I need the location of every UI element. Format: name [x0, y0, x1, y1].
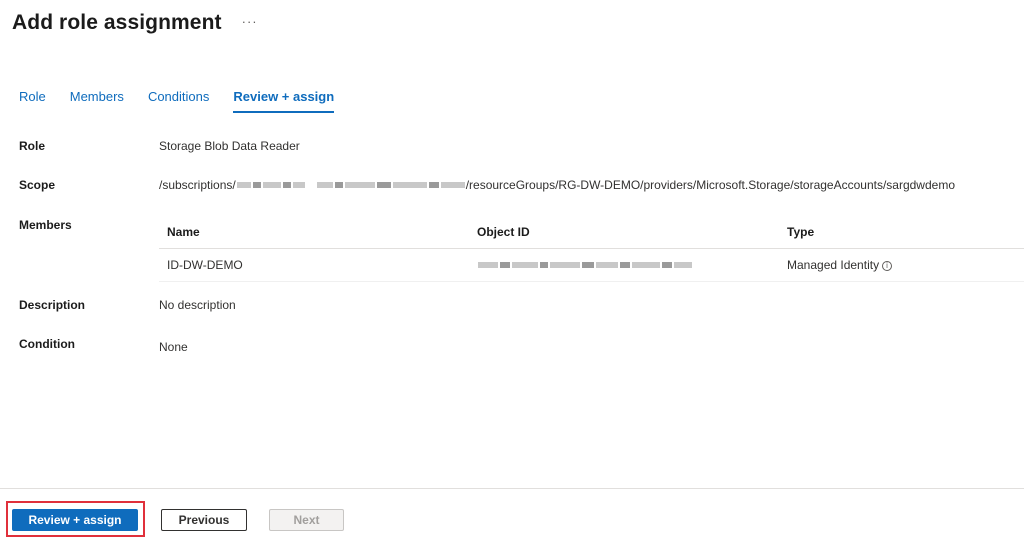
column-header-object-id: Object ID: [477, 224, 530, 239]
page-title: Add role assignment: [12, 11, 222, 34]
review-assign-button[interactable]: Review + assign: [12, 509, 138, 531]
condition-value: None: [159, 340, 188, 354]
next-button: Next: [269, 509, 344, 531]
members-label: Members: [19, 218, 72, 232]
ellipsis-icon[interactable]: ···: [242, 14, 258, 29]
scope-prefix: /subscriptions/: [159, 178, 236, 192]
table-header-row: Name Object ID Type: [159, 215, 1024, 249]
column-header-name: Name: [167, 224, 200, 239]
previous-button[interactable]: Previous: [161, 509, 247, 531]
wizard-tabs: Role Members Conditions Review + assign: [19, 86, 358, 113]
table-row: ID-DW-DEMO Managed Identity i: [159, 249, 1024, 282]
description-label: Description: [19, 298, 86, 312]
info-circle-icon[interactable]: i: [882, 261, 893, 271]
role-label: Role: [19, 139, 46, 153]
condition-label: Condition: [19, 337, 75, 351]
description-value: No description: [159, 298, 236, 312]
tab-role[interactable]: Role: [19, 86, 46, 112]
member-type-label: Managed Identity: [787, 258, 880, 272]
header: Add role assignment ···: [12, 6, 258, 40]
role-value: Storage Blob Data Reader: [159, 139, 300, 153]
scope-label: Scope: [19, 178, 56, 192]
tab-members[interactable]: Members: [70, 86, 124, 112]
redacted-object-id: [477, 262, 787, 268]
tab-review-assign[interactable]: Review + assign: [233, 86, 334, 113]
footer-bar: Review + assign Previous Next: [0, 488, 1024, 543]
tab-conditions[interactable]: Conditions: [148, 86, 209, 112]
scope-value: /subscriptions/ /resourceGroups/RG-DW-DE…: [159, 178, 955, 192]
redacted-subscription-id: [236, 182, 466, 188]
column-header-type: Type: [787, 224, 815, 239]
member-type: Managed Identity i: [787, 258, 1024, 272]
members-table: Name Object ID Type ID-DW-DEMO Managed I…: [159, 215, 1024, 282]
member-name: ID-DW-DEMO: [167, 258, 243, 272]
scope-suffix: /resourceGroups/RG-DW-DEMO/providers/Mic…: [465, 178, 955, 192]
